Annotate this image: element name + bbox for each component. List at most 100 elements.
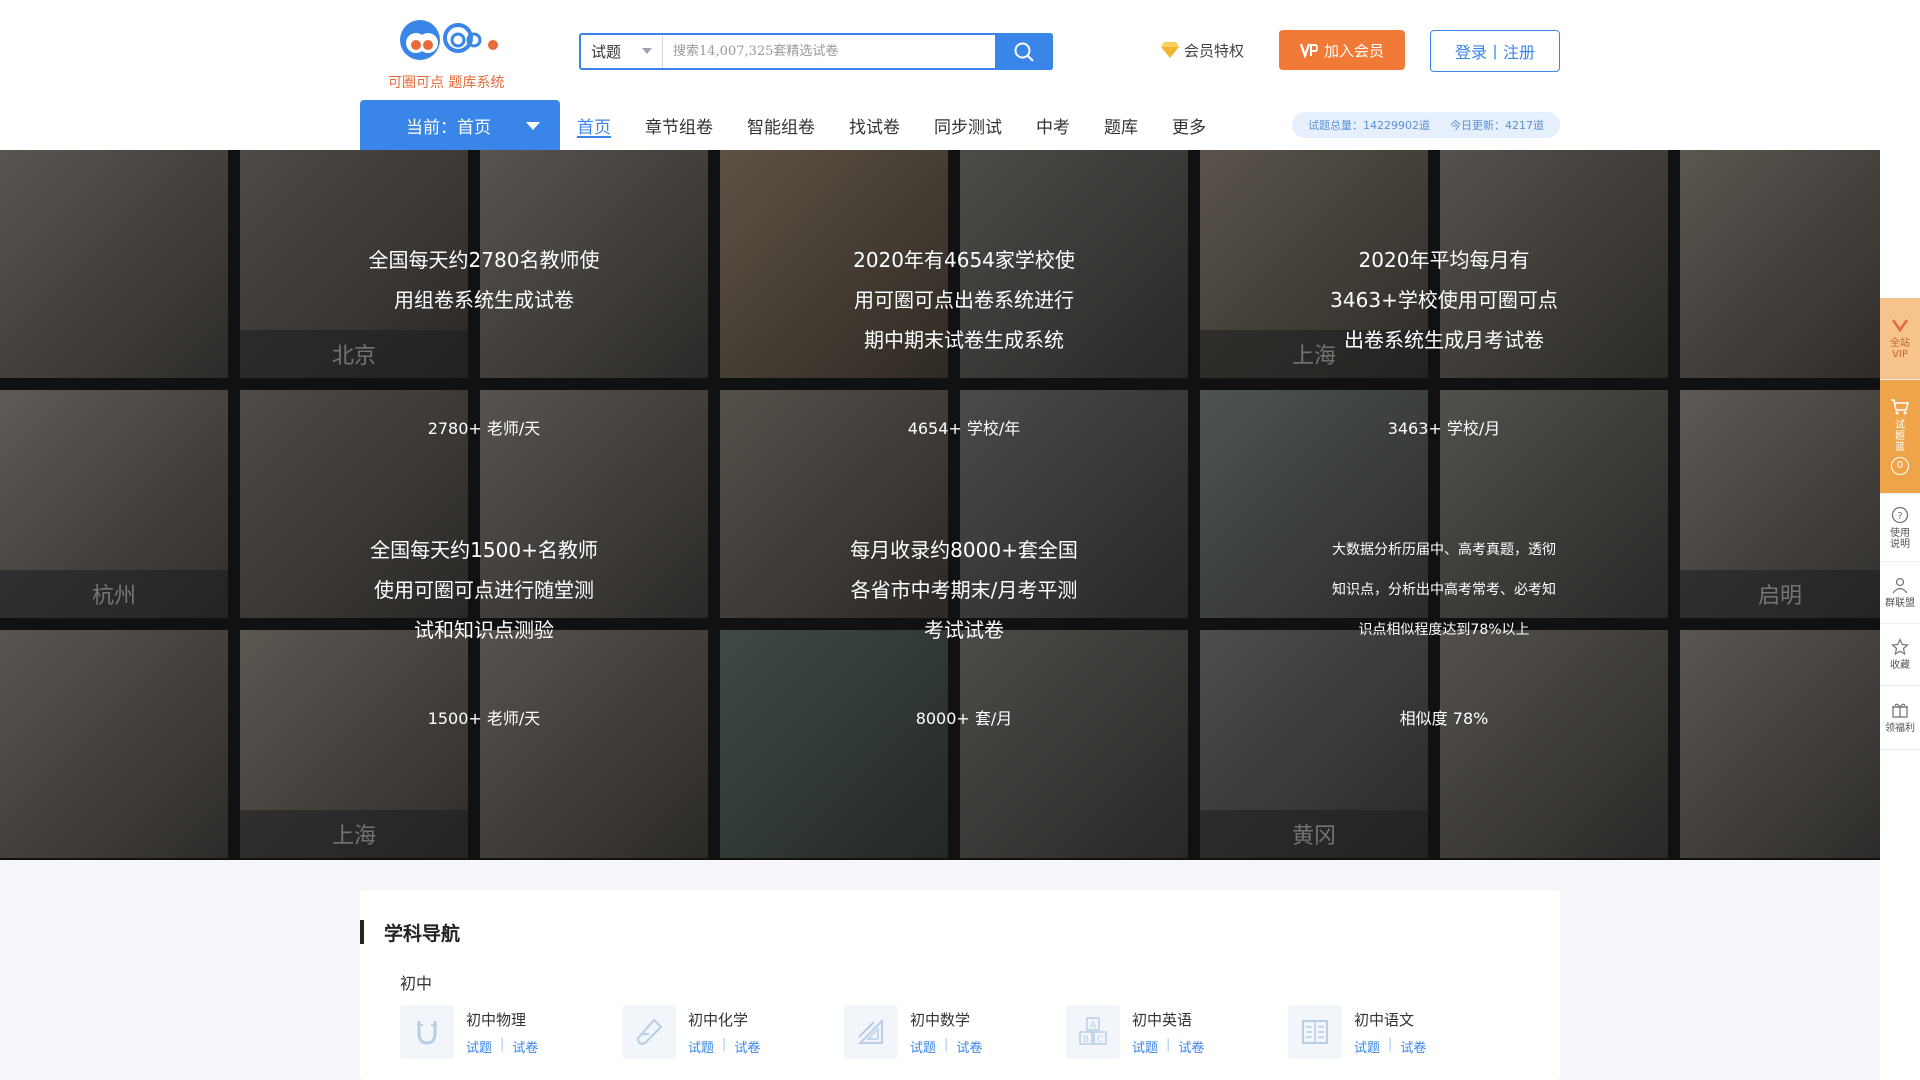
right-float-toolbar: 全站VIP 试题篮 0 ? 使用说明 群联盟 收藏 领福利 xyxy=(1880,298,1920,750)
sidebar-vip[interactable]: 全站VIP xyxy=(1880,298,1920,380)
login-register-button[interactable]: 登录丨注册 xyxy=(1430,30,1560,72)
subject-questions-link[interactable]: 试题 xyxy=(1132,1037,1158,1056)
subject-name[interactable]: 初中语文 xyxy=(1354,1009,1414,1030)
subject-papers-link[interactable]: 试卷 xyxy=(956,1037,982,1056)
stat-unit: 老师/天 xyxy=(486,419,541,438)
photo-tile xyxy=(1680,150,1880,378)
search-input[interactable] xyxy=(663,35,995,68)
stats-pill: 试题总量：14229902道 今日更新：4217道 xyxy=(1292,112,1560,138)
current-page-label: 当前：首页 xyxy=(406,117,491,138)
subject-links: 试题 | 试卷 xyxy=(1354,1037,1426,1056)
subject-nav-title: 学科导航 xyxy=(360,920,460,945)
subject-papers-link[interactable]: 试卷 xyxy=(734,1037,760,1056)
photo-tile xyxy=(0,630,228,858)
city-label: 启明 xyxy=(1680,570,1880,618)
basket-count-badge: 0 xyxy=(1891,457,1909,475)
sidebar-question-basket[interactable]: 试题篮 0 xyxy=(1880,380,1920,494)
join-member-label: 加入会员 xyxy=(1323,41,1384,60)
sidebar-basket-label: 试题篮 xyxy=(1895,420,1905,453)
panel-desc-line: 2020年平均每月有 xyxy=(1358,248,1530,272)
nav-zhongkao[interactable]: 中考 xyxy=(1036,100,1070,150)
join-member-button[interactable]: 加入会员 xyxy=(1279,30,1405,70)
vip-privilege-label: 会员特权 xyxy=(1184,41,1245,60)
stat-figure: 8000+ 套/月 xyxy=(744,705,1184,729)
photo-tile xyxy=(1680,630,1880,858)
panel-desc-line: 2020年有4654家学校使 xyxy=(853,248,1075,272)
subject-name[interactable]: 初中英语 xyxy=(1132,1009,1192,1030)
panel-desc-line: 用组卷系统生成试卷 xyxy=(394,288,574,312)
city-label: 杭州 xyxy=(0,570,228,618)
stat-unit: 学校/年 xyxy=(966,419,1021,438)
panel-desc-line: 大数据分析历届中、高考真题，透彻 xyxy=(1332,542,1556,558)
search-button[interactable] xyxy=(995,33,1053,70)
subject-questions-link[interactable]: 试题 xyxy=(688,1037,714,1056)
chevron-down-icon xyxy=(526,122,540,130)
subject-name[interactable]: 初中化学 xyxy=(688,1009,748,1030)
panel-desc-line: 考试试卷 xyxy=(924,618,1004,642)
subject-links: 试题 | 试卷 xyxy=(466,1037,538,1056)
subject-questions-link[interactable]: 试题 xyxy=(466,1037,492,1056)
panel-desc-line: 全国每天约1500+名教师 xyxy=(370,538,598,562)
subject-item: 初中物理 试题 | 试卷 xyxy=(400,1005,600,1061)
photo-tile xyxy=(1440,630,1668,858)
diamond-icon xyxy=(1161,42,1179,58)
subject-questions-link[interactable]: 试题 xyxy=(1354,1037,1380,1056)
nav-question-bank[interactable]: 题库 xyxy=(1104,100,1138,150)
subject-name[interactable]: 初中数学 xyxy=(910,1009,970,1030)
sidebar-help[interactable]: ? 使用说明 xyxy=(1880,494,1920,562)
stats-today: 今日更新：4217道 xyxy=(1450,119,1544,132)
stat-panel: 2020年有4654家学校使 用可圈可点出卷系统进行 期中期末试卷生成系统 xyxy=(744,240,1184,360)
city-label: 黄冈 xyxy=(1200,810,1428,858)
subject-name[interactable]: 初中物理 xyxy=(466,1009,526,1030)
subject-links: 试题 | 试卷 xyxy=(688,1037,760,1056)
nav-find-paper[interactable]: 找试卷 xyxy=(849,100,900,150)
stat-figure: 2780+ 老师/天 xyxy=(264,415,704,439)
search-type-select[interactable]: 试题 xyxy=(581,35,663,68)
subject-papers-link[interactable]: 试卷 xyxy=(512,1037,538,1056)
set-square-icon[interactable] xyxy=(844,1005,898,1059)
stat-number: 4654+ xyxy=(907,419,962,438)
nav-more[interactable]: 更多 xyxy=(1172,100,1206,150)
photo-tile xyxy=(480,630,708,858)
nav-chapter-compose[interactable]: 章节组卷 xyxy=(645,100,713,150)
stat-figure: 相似度 78% xyxy=(1224,705,1664,729)
stat-figure: 3463+ 学校/月 xyxy=(1224,415,1664,439)
stat-figure: 1500+ 老师/天 xyxy=(264,705,704,729)
cart-icon xyxy=(1891,399,1910,415)
sidebar-alliance-label: 群联盟 xyxy=(1885,598,1915,609)
logo-icon xyxy=(400,20,498,60)
stat-number: 78% xyxy=(1452,709,1489,728)
nav-sync-test[interactable]: 同步测试 xyxy=(934,100,1002,150)
stat-unit: 套/月 xyxy=(974,709,1013,728)
link-separator: | xyxy=(1388,1037,1393,1052)
subject-papers-link[interactable]: 试卷 xyxy=(1178,1037,1204,1056)
stat-figure: 4654+ 学校/年 xyxy=(744,415,1184,439)
logo-subtitle: 可圈可点 题库系统 xyxy=(388,75,505,91)
nav-home[interactable]: 首页 xyxy=(577,100,611,150)
sidebar-favorite[interactable]: 收藏 xyxy=(1880,624,1920,686)
subject-questions-link[interactable]: 试题 xyxy=(910,1037,936,1056)
sidebar-help-label: 使用说明 xyxy=(1890,527,1910,550)
sidebar-alliance[interactable]: 群联盟 xyxy=(1880,562,1920,624)
stat-panel: 全国每天约1500+名教师 使用可圈可点进行随堂测 试和知识点测验 xyxy=(264,530,704,650)
hero-banner: 北京 上海 杭州 启明 上海 黄冈 全国每天约2780名教师使 用组卷系统生成试… xyxy=(0,150,1880,860)
search-bar: 试题 xyxy=(579,33,1053,70)
subject-papers-link[interactable]: 试卷 xyxy=(1400,1037,1426,1056)
stat-number: 2780+ xyxy=(427,419,482,438)
current-page-dropdown[interactable]: 当前：首页 xyxy=(360,100,560,150)
magnet-icon[interactable] xyxy=(400,1005,454,1059)
site-logo[interactable]: 可圈可点 题库系统 xyxy=(380,12,530,92)
panel-desc-line: 试和知识点测验 xyxy=(414,618,554,642)
svg-text:?: ? xyxy=(1897,511,1902,522)
subject-links: 试题 | 试卷 xyxy=(910,1037,982,1056)
sidebar-welfare[interactable]: 领福利 xyxy=(1880,686,1920,750)
link-separator: | xyxy=(1166,1037,1171,1052)
stat-unit: 学校/月 xyxy=(1446,419,1501,438)
nav-smart-compose[interactable]: 智能组卷 xyxy=(747,100,815,150)
stat-number: 8000+ xyxy=(915,709,970,728)
open-book-icon[interactable] xyxy=(1288,1005,1342,1059)
vip-privilege-link[interactable]: 会员特权 xyxy=(1160,38,1244,62)
test-tube-icon[interactable] xyxy=(622,1005,676,1059)
vip-badge-icon xyxy=(1891,318,1909,332)
abc-blocks-icon[interactable]: ABC xyxy=(1066,1005,1120,1059)
